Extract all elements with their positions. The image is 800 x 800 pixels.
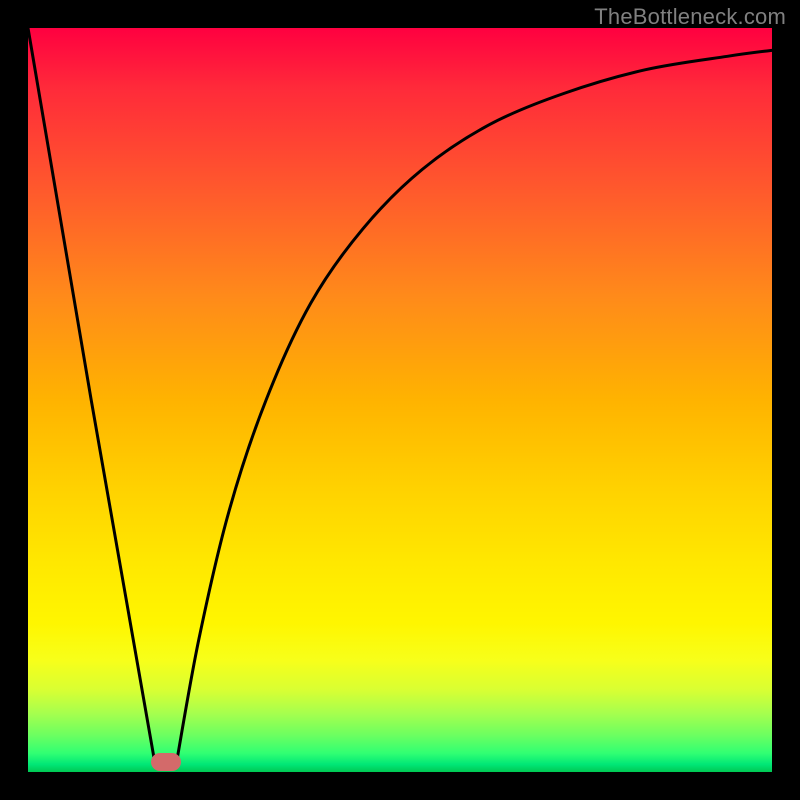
curve-left-branch	[28, 28, 155, 761]
curve-right-branch	[177, 50, 772, 761]
curve-layer	[28, 28, 772, 772]
optimal-point-marker	[151, 753, 181, 771]
watermark-text: TheBottleneck.com	[594, 4, 786, 30]
frame: TheBottleneck.com	[0, 0, 800, 800]
plot-area	[28, 28, 772, 772]
